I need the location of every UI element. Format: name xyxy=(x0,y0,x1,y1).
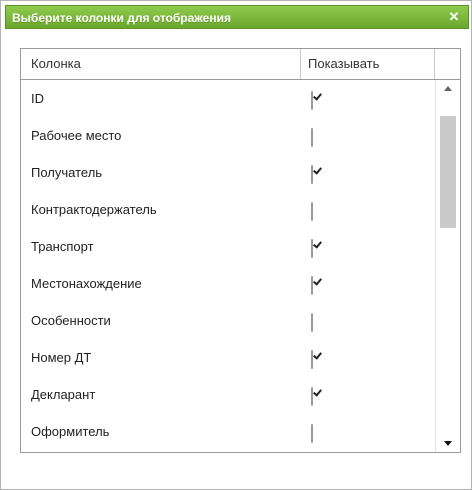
header-show[interactable]: Показывать xyxy=(301,49,435,79)
show-checkbox[interactable] xyxy=(311,91,313,110)
table-row[interactable]: Декларант xyxy=(21,376,435,413)
show-checkbox[interactable] xyxy=(311,387,313,406)
header-column[interactable]: Колонка xyxy=(21,49,301,79)
show-checkbox[interactable] xyxy=(311,424,313,443)
scroll-up-icon[interactable] xyxy=(444,86,452,91)
show-checkbox[interactable] xyxy=(311,202,313,221)
row-name: Транспорт xyxy=(31,239,94,254)
header-spacer xyxy=(435,49,460,79)
table-row[interactable]: Номер ДТ xyxy=(21,339,435,376)
row-name: Оформитель xyxy=(31,424,110,439)
scroll-thumb[interactable] xyxy=(440,116,456,228)
show-checkbox[interactable] xyxy=(311,350,313,369)
row-name: ID xyxy=(31,91,44,106)
column-chooser-dialog: Выберите колонки для отображения ✕ Колон… xyxy=(0,0,472,490)
table-row[interactable]: Оформитель xyxy=(21,413,435,450)
table-row[interactable]: Особенности xyxy=(21,302,435,339)
row-name: Рабочее место xyxy=(31,128,122,143)
row-name: Особенности xyxy=(31,313,111,328)
grid-rows: ID Рабочее место Получатель Контрактодер… xyxy=(21,80,435,450)
columns-grid: Колонка Показывать ID Рабочее место Полу… xyxy=(20,48,461,453)
table-row[interactable]: ID xyxy=(21,80,435,117)
show-checkbox[interactable] xyxy=(311,276,313,295)
grid-header: Колонка Показывать xyxy=(21,49,460,80)
table-row[interactable]: Рабочее место xyxy=(21,117,435,154)
row-name: Номер ДТ xyxy=(31,350,92,365)
row-name: Получатель xyxy=(31,165,103,180)
show-checkbox[interactable] xyxy=(311,128,313,147)
show-checkbox[interactable] xyxy=(311,313,313,332)
scroll-down-icon[interactable] xyxy=(444,441,452,446)
show-checkbox[interactable] xyxy=(311,165,313,184)
table-row[interactable]: Контрактодержатель xyxy=(21,191,435,228)
dialog-title: Выберите колонки для отображения xyxy=(12,11,231,25)
dialog-titlebar[interactable]: Выберите колонки для отображения ✕ xyxy=(5,5,469,29)
table-row[interactable]: Местонахождение xyxy=(21,265,435,302)
row-name: Местонахождение xyxy=(31,276,142,291)
row-name: Декларант xyxy=(31,387,96,402)
row-name: Контрактодержатель xyxy=(31,202,157,217)
table-row[interactable]: Получатель xyxy=(21,154,435,191)
close-icon[interactable]: ✕ xyxy=(446,8,462,26)
table-row[interactable]: Транспорт xyxy=(21,228,435,265)
vertical-scrollbar[interactable] xyxy=(435,80,460,452)
show-checkbox[interactable] xyxy=(311,239,313,258)
